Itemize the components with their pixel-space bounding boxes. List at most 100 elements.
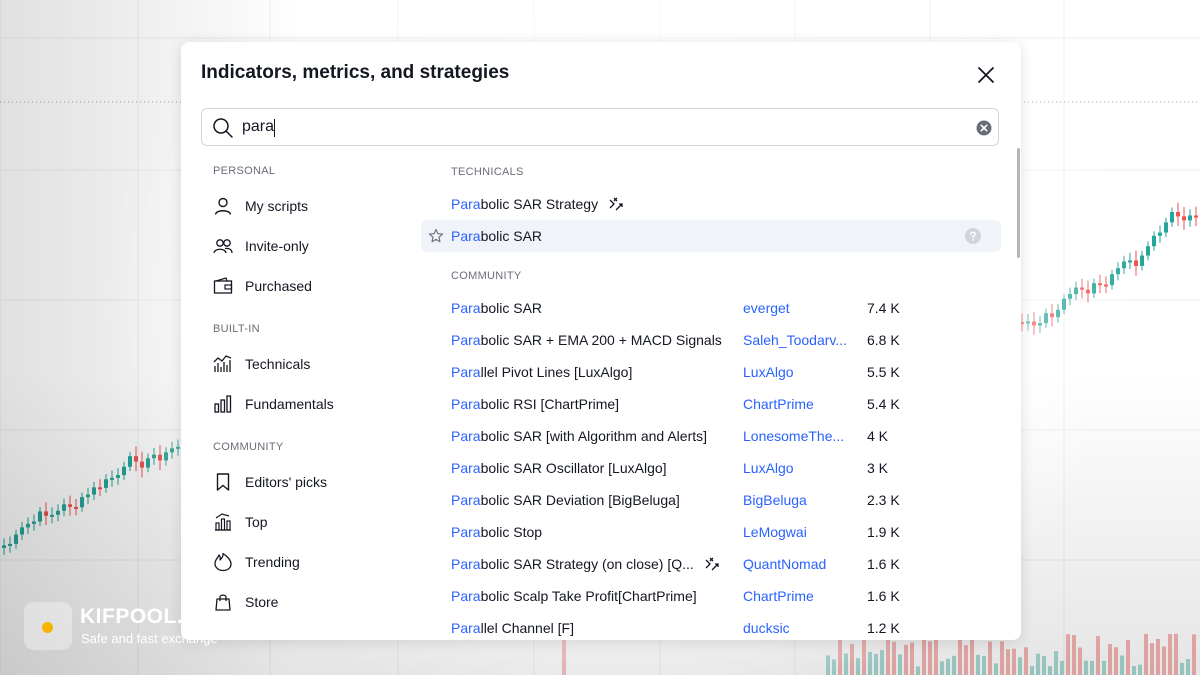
result-name: Parabolic SAR Oscillator [LuxAlgo] [451,460,667,476]
candle-body [14,534,18,544]
volume-bar [880,650,884,675]
volume-bar [1036,653,1040,675]
search-input[interactable] [242,115,962,139]
result-row[interactable]: Parabolic SAR Oscillator [LuxAlgo] LuxAlg… [421,452,1001,484]
candle-body [1086,289,1090,294]
volume-bar [892,641,896,675]
watermark-name: KIFPOOL.ME [80,605,216,628]
sidebar-item-purchased[interactable]: Purchased [213,271,413,301]
volume-bar [1150,643,1154,675]
technicals-icon [213,354,233,374]
result-author-link[interactable]: LuxAlgo [743,460,794,476]
volume-bar [1018,657,1022,675]
result-author-link[interactable]: everget [743,300,790,316]
result-usage-count: 1.6 K [867,588,900,604]
candle-body [1068,294,1072,299]
result-row[interactable]: Parallel Pivot Lines [LuxAlgo] LuxAlgo 5.5… [421,356,1001,388]
candle-body [1104,284,1108,287]
candle-body [152,454,156,459]
candle-body [1038,323,1042,326]
search-box[interactable] [201,108,999,146]
candle-body [38,511,42,522]
volume-bar [1156,638,1160,675]
volume-bar [994,663,998,675]
sidebar-item-editors-picks[interactable]: Editors' picks [213,467,413,497]
result-row-parabolic-sar[interactable]: Parabolic SAR [421,220,1001,252]
result-author-link[interactable]: Saleh_Toodarv... [743,332,847,348]
volume-bar [838,634,842,675]
sidebar-item-my-scripts[interactable]: My scripts [213,191,413,221]
result-row[interactable]: Parallel Channel [F] ducksic 1.2 K [421,612,1001,640]
results-scrollbar[interactable] [1017,148,1020,258]
sidebar-heading-community: COMMUNITY [213,441,284,453]
result-row[interactable]: Parabolic SAR [with Algorithm and Alerts… [421,420,1001,452]
result-author-link[interactable]: LonesomeThe... [743,428,844,444]
result-row[interactable]: Parabolic Scalp Take Profit[ChartPrime] C… [421,580,1001,612]
result-usage-count: 5.5 K [867,364,900,380]
results-heading-technicals: TECHNICALS [451,166,524,178]
candle-body [1032,321,1036,326]
candle-body [86,494,90,498]
result-author-link[interactable]: ChartPrime [743,396,814,412]
result-usage-count: 3 K [867,460,889,476]
result-author-link[interactable]: ChartPrime [743,588,814,604]
result-author-link[interactable]: ducksic [743,620,790,636]
volume-bar [1132,666,1136,675]
candle-body [1128,260,1132,263]
volume-bar [940,661,944,675]
candle-body [1176,211,1180,217]
candle-body [20,527,24,535]
result-author-link[interactable]: LeMogwai [743,524,807,540]
result-row[interactable]: Parabolic Stop LeMogwai 1.9 K [421,516,1001,548]
volume-bar [922,635,926,675]
candle-body [158,454,162,461]
candle-body [146,458,150,468]
sidebar-item-trending[interactable]: Trending [213,547,413,577]
sidebar-item-technicals[interactable]: Technicals [213,349,413,379]
favorite-star-icon[interactable] [428,228,444,244]
volume-bar [1126,639,1130,675]
candle-body [140,461,144,468]
result-author-link[interactable]: QuantNomad [743,556,826,572]
volume-bar [982,655,986,675]
watermark: KIFPOOL.ME Safe and fast exchange [24,602,244,652]
sidebar-item-label: Fundamentals [245,396,334,412]
close-icon[interactable] [973,62,999,88]
search-icon [213,118,233,138]
sidebar-item-top[interactable]: Top [213,507,413,537]
volume-bar [976,654,980,675]
result-author-link[interactable]: BigBeluga [743,492,807,508]
result-row[interactable]: Parabolic SAR Deviation [BigBeluga] BigBe… [421,484,1001,516]
candle-body [44,511,48,516]
result-row[interactable]: Parabolic SAR Strategy (on close) [Q... Q… [421,548,1001,580]
result-row[interactable]: Parabolic SAR + EMA 200 + MACD Signals Sa… [421,324,1001,356]
volume-bar [934,636,938,675]
volume-bar [1102,660,1106,675]
sidebar-item-fundamentals[interactable]: Fundamentals [213,389,413,419]
help-icon[interactable] [965,228,981,244]
candle-body [1152,235,1156,247]
sidebar-heading-personal: PERSONAL [213,165,276,177]
strategy-icon [609,197,623,211]
volume-bar [946,658,950,675]
volume-bar [1144,633,1148,675]
volume-bar [1066,634,1070,675]
candle-body [1092,283,1096,294]
result-row[interactable]: Parabolic RSI [ChartPrime] ChartPrime 5.4 … [421,388,1001,420]
results-heading-community: COMMUNITY [451,270,522,282]
result-row[interactable]: Parabolic SAR everget 7.4 K [421,292,1001,324]
result-author-link[interactable]: LuxAlgo [743,364,794,380]
strategy-icon [705,557,719,571]
clear-search-icon[interactable] [976,120,992,136]
bookmark-icon [213,472,233,492]
volume-bar [850,643,854,675]
result-row-parabolic-sar-strategy[interactable]: Parabolic SAR Strategy [421,188,1001,220]
result-name: Parallel Channel [F] [451,620,574,636]
candle-body [1140,255,1144,266]
volume-bar [874,653,878,675]
result-usage-count: 1.2 K [867,620,900,636]
top-chart-icon [213,512,233,532]
volume-bar [562,640,566,675]
sidebar-item-invite-only[interactable]: Invite-only [213,231,413,261]
volume-bar [1162,646,1166,675]
